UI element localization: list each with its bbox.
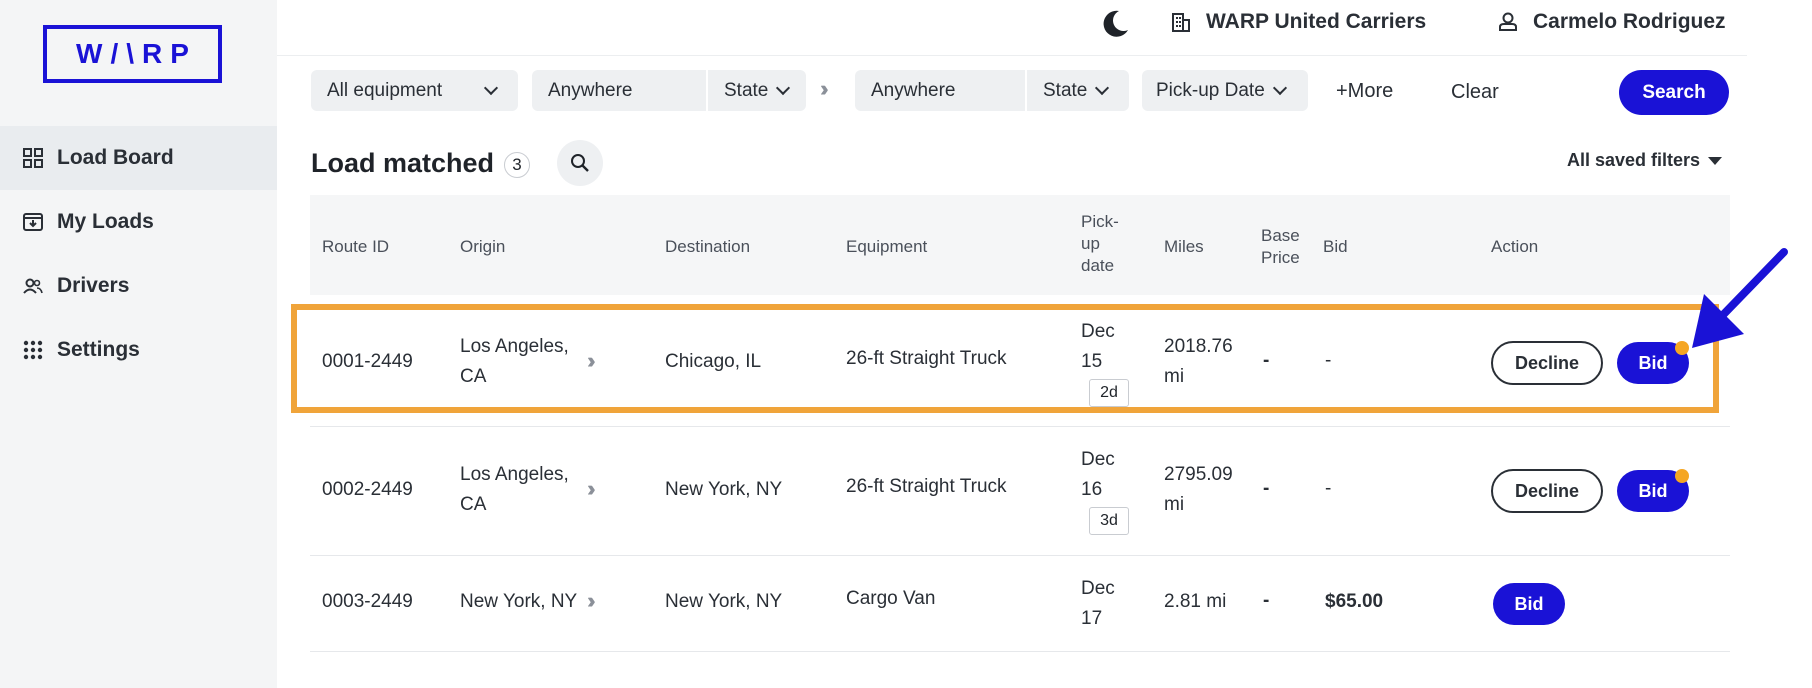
dots-grid-icon [21,338,45,362]
column-header-bid[interactable]: Bid [1323,236,1348,258]
sidebar-item-load-board[interactable]: Load Board [0,126,277,190]
dest-state-select[interactable]: State [1027,80,1087,102]
origin-line: Los Angeles, [460,464,569,485]
header-line: Pick- [1081,212,1119,231]
origin: Los Angeles, CA [460,460,569,520]
base-price: - [1263,590,1270,611]
column-header-destination[interactable]: Destination [665,236,750,258]
route-id[interactable]: 0003-2449 [322,587,413,617]
divider [277,55,1747,56]
search-icon [571,154,589,172]
pickup-date-label: Pick-up Date [1156,79,1265,101]
header-line: up [1081,234,1100,253]
decline-button[interactable]: Decline [1491,469,1603,513]
destination: New York, NY [665,591,783,612]
chevron-down-icon [484,80,499,95]
miles: 2795.09 mi [1164,460,1233,520]
company-label: WARP United Carriers [1206,10,1427,33]
origin-filter[interactable]: Anywhere State [532,70,806,111]
destination-filter[interactable]: Anywhere State [855,70,1129,111]
chevron-down-icon [1095,80,1110,95]
equipment-select-value: All equipment [327,79,443,101]
sidebar-item-label: My Loads [57,210,154,233]
company-name[interactable]: WARP United Carriers [1170,10,1426,34]
column-header-pickup-date[interactable]: Pick- up date [1081,211,1119,277]
column-header-miles[interactable]: Miles [1164,236,1204,258]
warp-logo[interactable]: W/\RP [43,25,222,83]
column-header-origin[interactable]: Origin [460,236,505,258]
equipment-select[interactable]: All equipment [311,70,518,111]
equipment: 26-ft Straight Truck [846,476,1007,497]
user-label: Carmelo Rodriguez [1533,10,1726,33]
column-header-base-price[interactable]: Base Price [1261,225,1300,269]
page-title: Load matched [311,148,495,178]
pickup-day: 17 [1081,608,1103,629]
column-header-action[interactable]: Action [1491,236,1538,258]
origin-state-select[interactable]: State [708,80,768,102]
sidebar-item-label: Drivers [57,274,130,297]
inbox-icon [21,210,45,234]
row-divider [310,426,1730,427]
clear-button[interactable]: Clear [1451,81,1499,104]
origin-city-input[interactable]: Anywhere [532,80,706,102]
bid-value: - [1325,478,1332,499]
sidebar-item-settings[interactable]: Settings [0,318,277,382]
base-price: - [1263,478,1270,499]
sidebar-item-my-loads[interactable]: My Loads [0,190,277,254]
equipment: Cargo Van [846,588,936,609]
column-header-equipment[interactable]: Equipment [846,236,927,258]
search-button[interactable]: Search [1619,70,1729,115]
grid-icon [21,146,45,170]
sidebar-item-label: Load Board [57,146,174,169]
origin-line: CA [460,494,487,515]
sidebar-item-label: Settings [57,338,140,361]
users-icon [21,274,45,298]
pickup-month: Dec [1081,578,1115,599]
row-divider [310,651,1730,652]
days-until-tag: 3d [1089,507,1129,535]
saved-filters-dropdown[interactable]: All saved filters [1567,150,1723,171]
row-divider [310,555,1730,556]
route-id[interactable]: 0002-2449 [322,475,413,505]
notification-dot [1675,469,1689,483]
row-highlight-box [291,304,1719,413]
miles: 2.81 mi [1164,591,1227,612]
building-icon [1170,11,1192,33]
pointer-arrow-icon [1690,246,1790,355]
origin: New York, NY [460,591,578,612]
moon-icon[interactable] [1099,8,1131,45]
user-menu[interactable]: Carmelo Rodriguez [1497,10,1726,34]
chevron-down-icon [1272,80,1287,95]
caret-down-icon [1708,156,1723,165]
pickup-date: Dec 16 [1081,445,1115,505]
header-line: date [1081,256,1115,275]
chevron-down-icon [776,80,791,95]
route-arrow-icon: ›› [587,476,595,501]
column-header-route-id[interactable]: Route ID [322,236,389,258]
pickup-month: Dec [1081,449,1115,470]
destination: New York, NY [665,479,783,500]
result-count-badge: 3 [504,152,530,178]
bid-button[interactable]: Bid [1493,583,1565,625]
miles-value: 2795.09 [1164,464,1233,485]
sidebar-item-drivers[interactable]: Drivers [0,254,277,318]
pickup-date: Dec 17 [1081,574,1115,634]
header-line: Price [1261,248,1300,267]
more-filters-button[interactable]: +More [1336,80,1393,103]
dest-city-input[interactable]: Anywhere [855,80,1025,102]
header-line: Base [1261,226,1300,245]
route-arrow-icon: ›› [820,76,828,101]
saved-filters-label: All saved filters [1567,150,1701,170]
search-icon-button[interactable] [557,140,603,186]
pickup-day: 16 [1081,479,1103,500]
sidebar: W/\RP Load Board My Loads Drivers Settin… [0,0,277,688]
pickup-date-select[interactable]: Pick-up Date [1142,70,1308,111]
bid-value: $65.00 [1325,591,1384,612]
miles-unit: mi [1164,494,1185,515]
user-icon [1497,11,1519,33]
route-arrow-icon: ›› [587,588,595,613]
